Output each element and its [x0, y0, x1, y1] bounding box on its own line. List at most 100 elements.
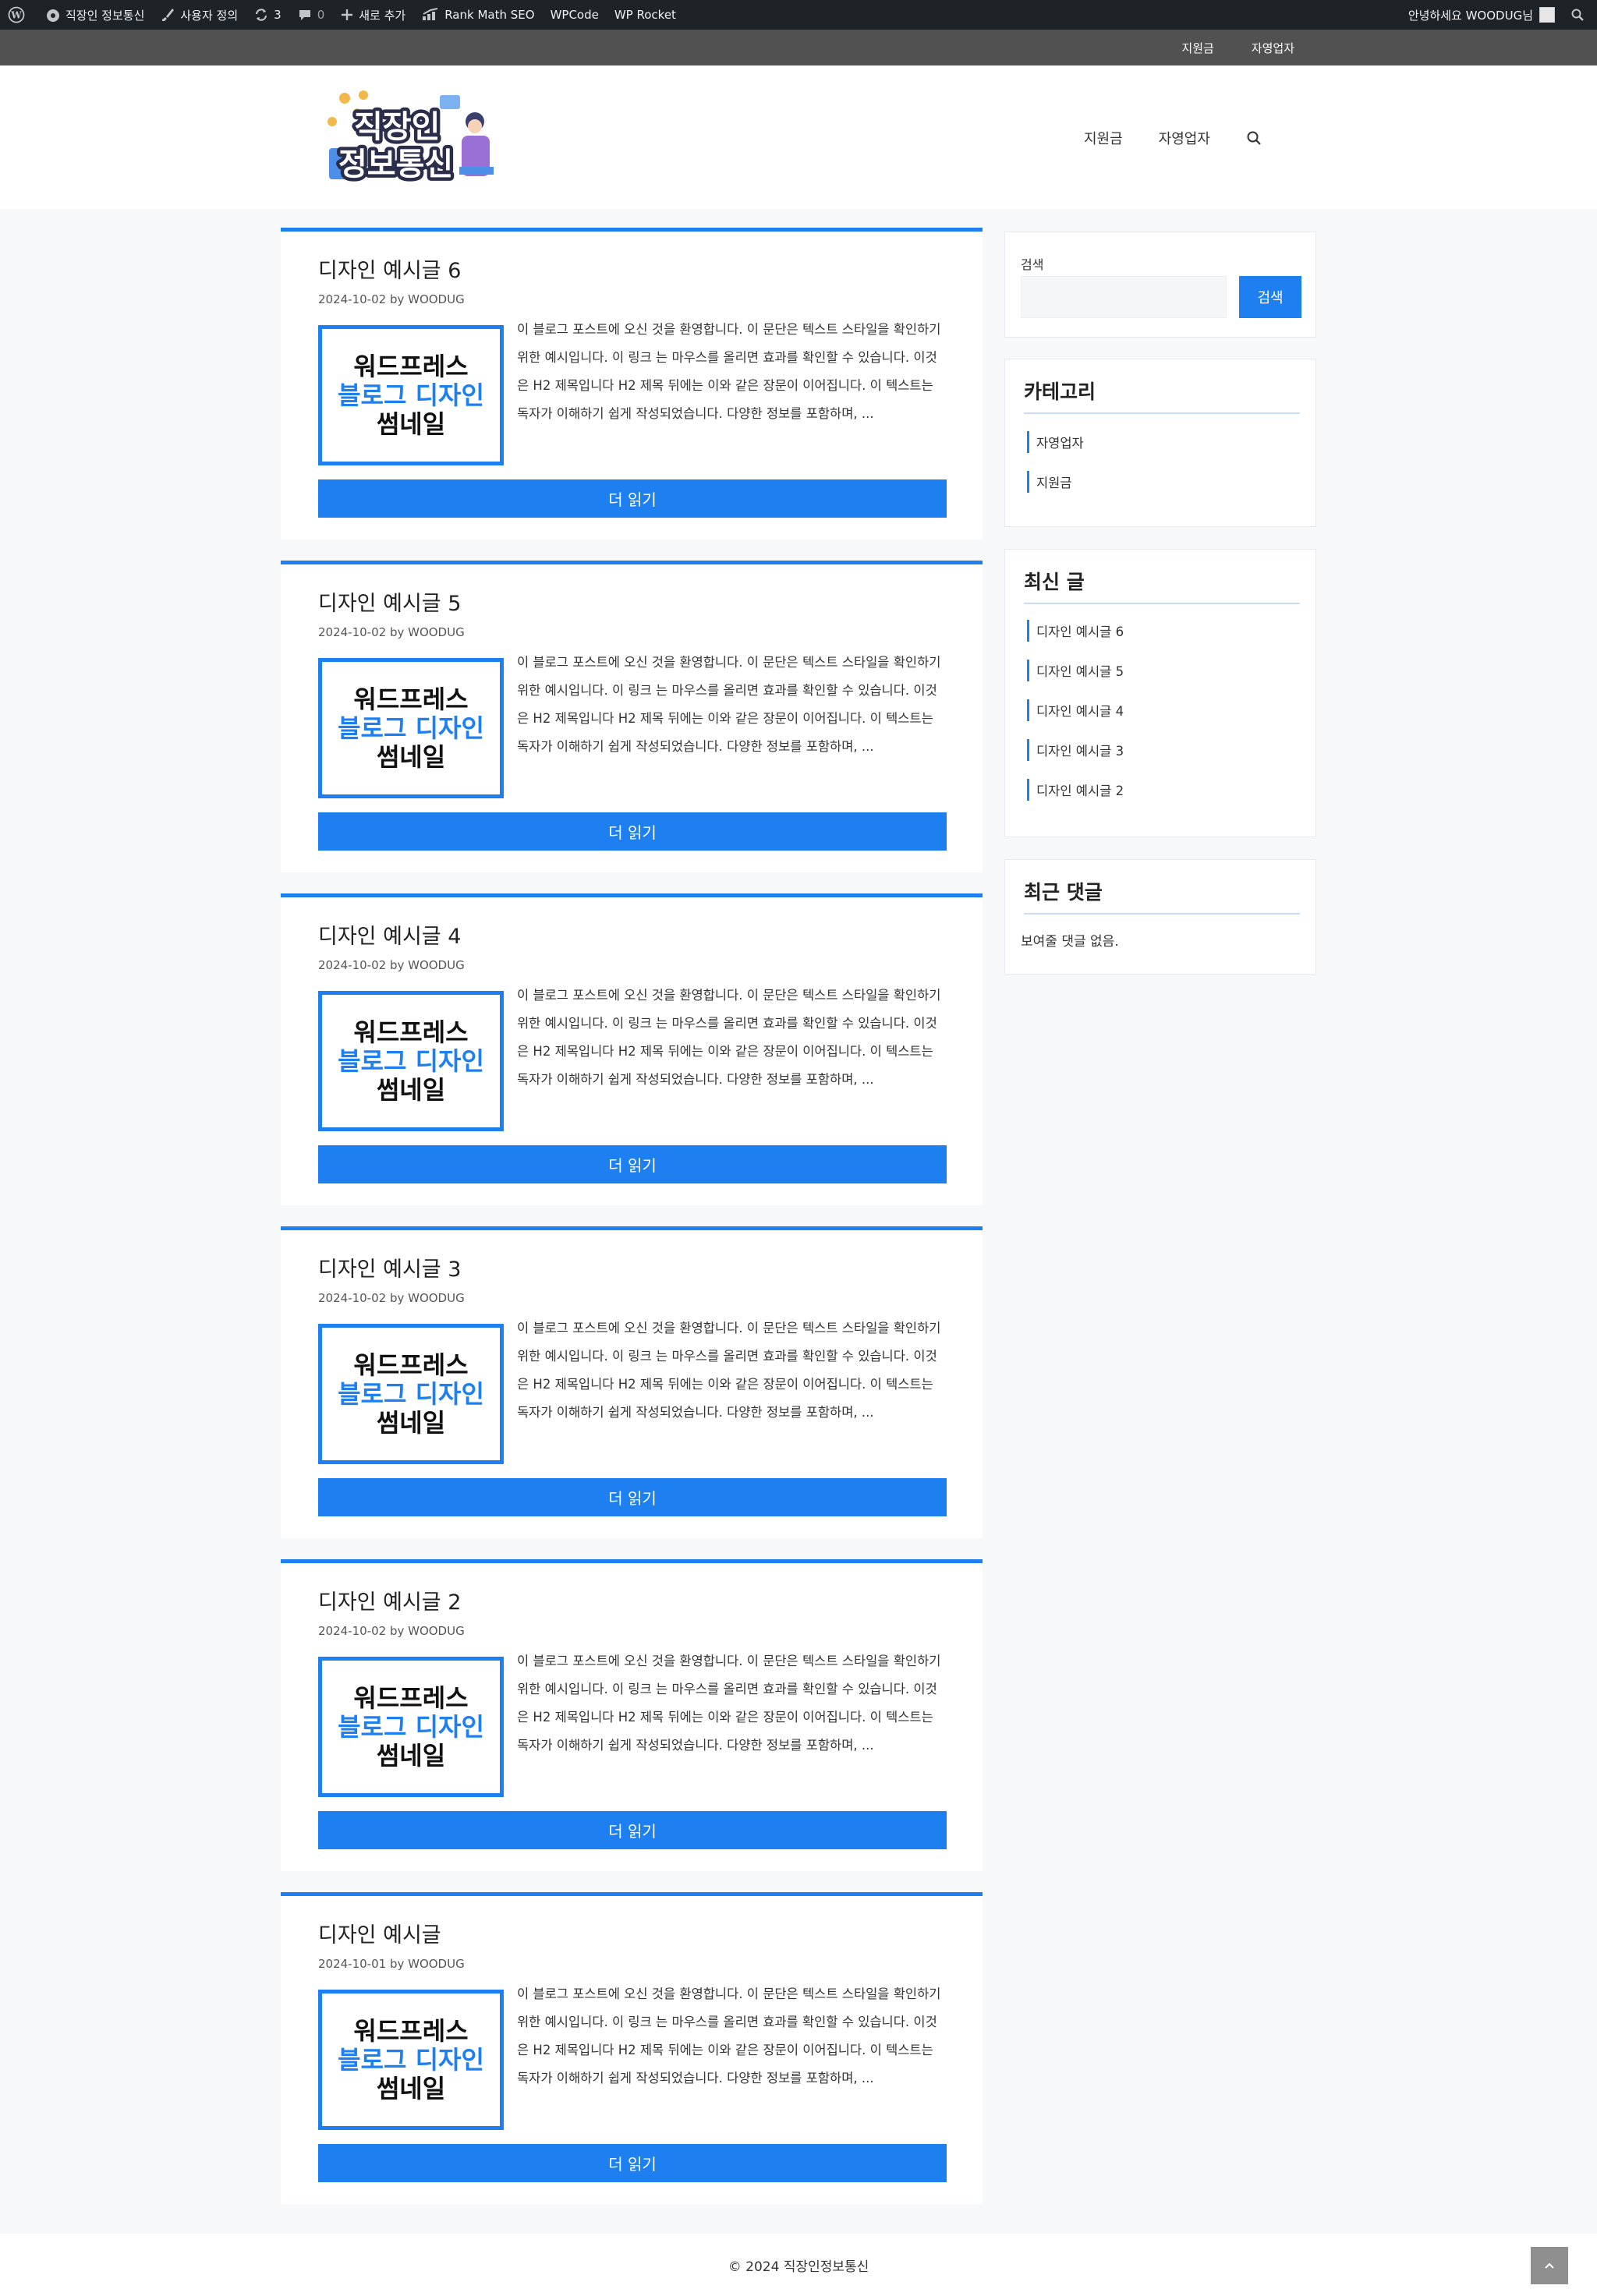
post-title[interactable]: 디자인 예시글 2 [318, 1585, 461, 1615]
secondary-nav: 지원금 자영업자 [0, 30, 1597, 65]
post-meta: 2024-10-02 by WOODUG [318, 292, 465, 306]
recent-comments-title: 최근 댓글 [1024, 877, 1300, 915]
post-excerpt: 이 블로그 포스트에 오신 것을 환영합니다. 이 문단은 텍스트 스타일을 확… [517, 1321, 941, 1420]
new-content-link[interactable]: 새로 추가 [332, 0, 413, 30]
wordpress-logo-button[interactable]: W [0, 0, 37, 30]
customize-link[interactable]: 사용자 정의 [152, 0, 246, 30]
comments-count: 0 [317, 8, 325, 22]
post-thumbnail[interactable]: 워드프레스 블로그 디자인 썸네일 [318, 1990, 504, 2130]
post-title[interactable]: 디자인 예시글 6 [318, 253, 461, 284]
post-excerpt: 이 블로그 포스트에 오신 것을 환영합니다. 이 문단은 텍스트 스타일을 확… [517, 322, 941, 421]
thumb-line2: 블로그 디자인 [338, 713, 484, 743]
post-card: 디자인 예시글 3 2024-10-02 by WOODUG 워드프레스 블로그… [281, 1226, 983, 1538]
categories-widget: 카테고리 자영업자 지원금 [1004, 359, 1316, 527]
search-input[interactable] [1021, 276, 1227, 318]
wordpress-icon: W [8, 6, 25, 23]
recent-post-item[interactable]: 디자인 예시글 2 [1027, 779, 1124, 801]
account-menu[interactable]: 안녕하세요 WOODUG님 [1400, 0, 1563, 30]
post-card: 디자인 예시글 4 2024-10-02 by WOODUG 워드프레스 블로그… [281, 893, 983, 1205]
avatar [1539, 7, 1555, 23]
thumb-line2: 블로그 디자인 [338, 1711, 484, 1742]
thumb-line3: 썸네일 [376, 2073, 446, 2103]
recent-post-item[interactable]: 디자인 예시글 6 [1027, 620, 1124, 642]
post-meta: 2024-10-01 by WOODUG [318, 1957, 465, 1971]
updates-count: 3 [274, 8, 282, 22]
post-thumbnail[interactable]: 워드프레스 블로그 디자인 썸네일 [318, 658, 504, 798]
nav-item-subsidy[interactable]: 지원금 [1084, 128, 1123, 148]
thumb-line2: 블로그 디자인 [338, 380, 484, 410]
wpcode-link[interactable]: WPCode [543, 0, 607, 30]
search-button[interactable]: 검색 [1239, 276, 1301, 318]
read-more-button[interactable]: 더 읽기 [318, 1478, 947, 1516]
wprocket-link[interactable]: WP Rocket [607, 0, 684, 30]
recent-posts-widget: 최신 글 디자인 예시글 6 디자인 예시글 5 디자인 예시글 4 디자인 예… [1004, 549, 1316, 837]
post-title[interactable]: 디자인 예시글 5 [318, 586, 461, 617]
thumb-line1: 워드프레스 [353, 1017, 469, 1047]
recent-posts-title: 최신 글 [1024, 567, 1300, 604]
post-title[interactable]: 디자인 예시글 3 [318, 1252, 461, 1282]
comments-link[interactable]: 0 [289, 0, 333, 30]
site-logo[interactable]: 직장인 정보통신 [323, 89, 502, 187]
plus-icon [342, 9, 353, 20]
post-meta: 2024-10-02 by WOODUG [318, 958, 465, 972]
thumb-line3: 썸네일 [376, 741, 446, 772]
nav-item-self-employed[interactable]: 자영업자 [1159, 128, 1210, 148]
recent-posts-list: 디자인 예시글 6 디자인 예시글 5 디자인 예시글 4 디자인 예시글 3 … [1027, 620, 1124, 819]
post-thumbnail[interactable]: 워드프레스 블로그 디자인 썸네일 [318, 1324, 504, 1464]
post-excerpt: 이 블로그 포스트에 오신 것을 환영합니다. 이 문단은 텍스트 스타일을 확… [517, 655, 941, 754]
post-card: 디자인 예시글 6 2024-10-02 by WOODUG 워드프레스 블로그… [281, 228, 983, 540]
read-more-button[interactable]: 더 읽기 [318, 2144, 947, 2182]
search-widget: 검색 검색 [1004, 232, 1316, 338]
recent-post-item[interactable]: 디자인 예시글 3 [1027, 739, 1124, 761]
post-thumbnail[interactable]: 워드프레스 블로그 디자인 썸네일 [318, 1657, 504, 1797]
post-thumbnail[interactable]: 워드프레스 블로그 디자인 썸네일 [318, 991, 504, 1131]
admin-bar: W 직장인 정보통신 사용자 정의 3 0 새로 추가 Rank Math SE… [0, 0, 1597, 30]
post-excerpt: 이 블로그 포스트에 오신 것을 환영합니다. 이 문단은 텍스트 스타일을 확… [517, 988, 941, 1087]
recent-post-item[interactable]: 디자인 예시글 5 [1027, 660, 1124, 681]
categories-title: 카테고리 [1024, 377, 1300, 414]
post-title[interactable]: 디자인 예시글 [318, 1918, 441, 1948]
recent-post-item[interactable]: 디자인 예시글 4 [1027, 699, 1124, 721]
thumb-line3: 썸네일 [376, 1407, 446, 1438]
greeting: 안녕하세요 WOODUG님 [1408, 8, 1533, 23]
thumb-line1: 워드프레스 [353, 1682, 469, 1713]
thumb-line1: 워드프레스 [353, 351, 469, 381]
logo-text: 직장인 정보통신 [335, 106, 457, 186]
post-title[interactable]: 디자인 예시글 4 [318, 919, 461, 950]
adminbar-search[interactable] [1563, 0, 1597, 30]
thumb-line3: 썸네일 [376, 409, 446, 439]
search-icon [1571, 9, 1584, 21]
categories-list: 자영업자 지원금 [1027, 431, 1084, 511]
main-nav: 지원금 자영업자 [1084, 128, 1262, 148]
chevron-up-icon [1545, 2262, 1554, 2269]
site-name-link[interactable]: 직장인 정보통신 [37, 0, 152, 30]
brush-icon [162, 9, 175, 21]
no-comments-text: 보여줄 댓글 없음. [1021, 934, 1119, 950]
refresh-icon [256, 9, 267, 21]
new-label: 새로 추가 [359, 8, 406, 23]
read-more-button[interactable]: 더 읽기 [318, 1145, 947, 1183]
category-item[interactable]: 자영업자 [1027, 431, 1084, 453]
post-thumbnail[interactable]: 워드프레스 블로그 디자인 썸네일 [318, 325, 504, 465]
read-more-button[interactable]: 더 읽기 [318, 812, 947, 851]
thumb-line2: 블로그 디자인 [338, 1378, 484, 1409]
svg-text:W: W [10, 10, 22, 21]
updates-link[interactable]: 3 [246, 0, 289, 30]
read-more-button[interactable]: 더 읽기 [318, 1811, 947, 1849]
topnav-item-self-employed[interactable]: 자영업자 [1252, 40, 1294, 56]
wprocket-label: WP Rocket [614, 8, 676, 22]
post-excerpt: 이 블로그 포스트에 오신 것을 환영합니다. 이 문단은 텍스트 스타일을 확… [517, 1986, 941, 2086]
post-meta: 2024-10-02 by WOODUG [318, 1624, 465, 1638]
post-card: 디자인 예시글 2 2024-10-02 by WOODUG 워드프레스 블로그… [281, 1559, 983, 1871]
category-item[interactable]: 지원금 [1027, 471, 1084, 493]
rankmath-link[interactable]: Rank Math SEO [413, 0, 542, 30]
search-icon[interactable] [1246, 130, 1262, 146]
post-card: 디자인 예시글 5 2024-10-02 by WOODUG 워드프레스 블로그… [281, 561, 983, 872]
read-more-button[interactable]: 더 읽기 [318, 479, 947, 518]
thumb-line2: 블로그 디자인 [338, 1045, 484, 1076]
back-to-top-button[interactable] [1531, 2247, 1568, 2284]
thumb-line1: 워드프레스 [353, 1350, 469, 1380]
recent-comments-widget: 최근 댓글 보여줄 댓글 없음. [1004, 859, 1316, 975]
topnav-item-subsidy[interactable]: 지원금 [1181, 40, 1213, 56]
svg-text:정보통신: 정보통신 [338, 147, 453, 182]
